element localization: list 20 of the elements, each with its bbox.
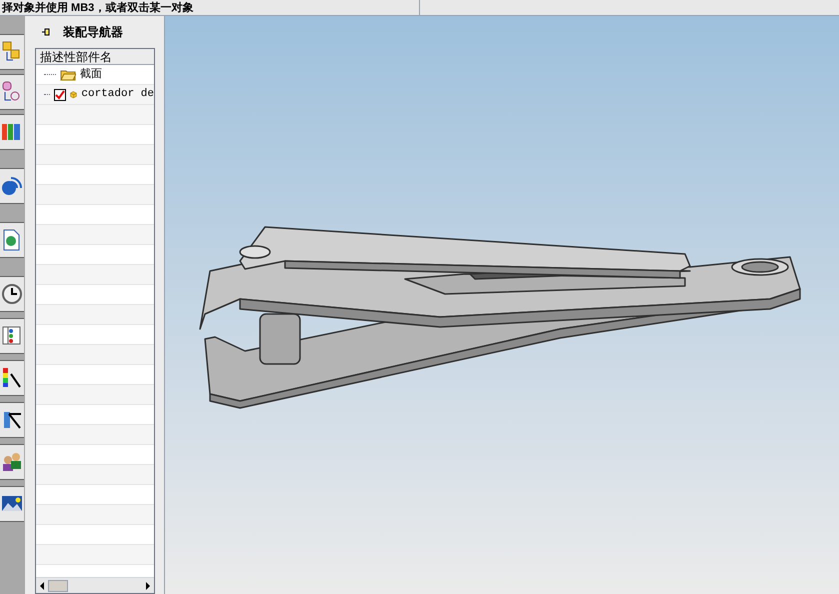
folder-icon [60,68,76,80]
pin-icon[interactable] [41,27,51,37]
toolbar-button[interactable] [0,360,24,396]
people-icon [1,450,23,474]
column-header[interactable]: 描述性部件名 [36,49,154,65]
toolbar-button[interactable] [0,318,24,354]
scroll-thumb[interactable] [48,580,68,592]
horizontal-scrollbar[interactable] [36,577,154,593]
color-spectrum-icon [1,366,23,390]
status-prompt: 择对象并使用 MB3，或者双击某一对象 [0,0,420,15]
cube-icon [70,88,78,101]
toolbar-button[interactable] [0,222,24,258]
tree-item-label[interactable]: 截面 [80,67,102,82]
panel-title: 装配导航器 [63,24,123,40]
toolbar-button[interactable] [0,486,24,522]
3d-viewport[interactable] [165,16,839,594]
toolbar-button[interactable] [0,276,24,312]
toolbar-button[interactable] [0,402,24,438]
clock-icon [1,282,23,306]
checkbox[interactable] [54,88,66,100]
